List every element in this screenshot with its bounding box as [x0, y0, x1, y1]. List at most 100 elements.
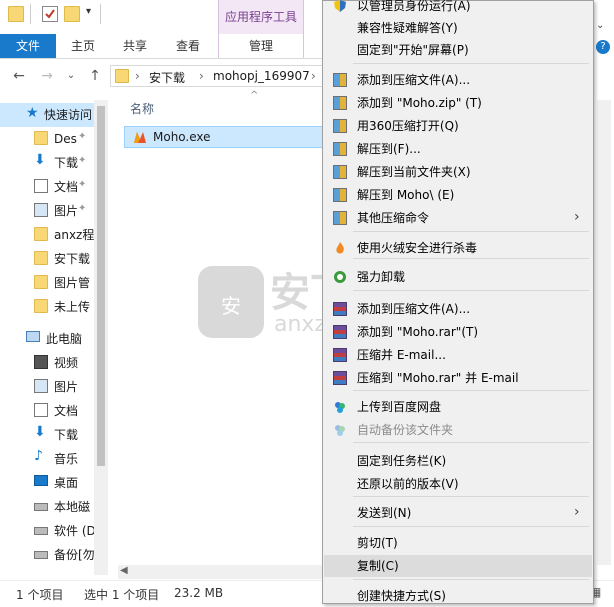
- menu-item[interactable]: 兼容性疑难解答(Y): [324, 17, 592, 39]
- menu-item[interactable]: 复制(C): [324, 555, 592, 577]
- expand-ribbon-icon[interactable]: ⌄: [596, 20, 604, 31]
- menu-item-label: 以管理员身份运行(A): [357, 0, 471, 13]
- menu-item[interactable]: 上传到百度网盘: [324, 396, 592, 418]
- nav-item-music[interactable]: ♪ 音乐: [0, 447, 96, 471]
- watermark-shield-icon: 安: [198, 266, 264, 338]
- menu-item[interactable]: 其他压缩命令 ›: [324, 207, 592, 229]
- nav-item-drive[interactable]: 软件 (D: [0, 519, 96, 543]
- menu-item-label: 解压到(F)...: [357, 142, 421, 156]
- folder-icon: [34, 227, 48, 241]
- menu-item-label: 压缩并 E-mail...: [357, 348, 446, 362]
- contextual-tab-label: 应用程序工具: [224, 10, 297, 24]
- address-bar[interactable]: › 安下载 › mohopj_169907 ›: [110, 65, 340, 87]
- customize-quick-access-icon[interactable]: ▾: [86, 6, 91, 17]
- scroll-left-icon[interactable]: ◀: [120, 565, 128, 576]
- nav-item-videos[interactable]: 视频: [0, 351, 96, 375]
- pin-icon: ✦: [78, 203, 87, 214]
- nav-item-pictures[interactable]: 图片: [0, 375, 96, 399]
- menu-item[interactable]: 压缩并 E-mail...: [324, 344, 592, 366]
- nav-item-label: 音乐: [54, 452, 79, 466]
- menu-item[interactable]: 解压到(F)...: [324, 138, 592, 160]
- nav-item-downloads[interactable]: ⬇ 下载 ✦: [0, 151, 96, 175]
- tab-view[interactable]: 查看: [165, 34, 211, 58]
- menu-item[interactable]: 使用火绒安全进行杀毒: [324, 237, 592, 259]
- menu-separator: [353, 526, 589, 527]
- nav-item-pictures[interactable]: 图片 ✦: [0, 199, 96, 223]
- folder-icon[interactable]: [8, 6, 24, 22]
- nav-item-label: 软件 (D: [54, 524, 96, 538]
- menu-item[interactable]: 压缩到 "Moho.rar" 并 E-mail: [324, 367, 592, 389]
- tab-home[interactable]: 主页: [60, 34, 106, 58]
- recent-locations-icon[interactable]: ⌄: [62, 67, 80, 85]
- menu-item[interactable]: 用360压缩打开(Q): [324, 115, 592, 137]
- menu-item[interactable]: 固定到任务栏(K): [324, 450, 592, 472]
- column-header-name[interactable]: 名称: [130, 100, 154, 117]
- new-folder-icon[interactable]: [64, 6, 80, 22]
- menu-item[interactable]: 固定到"开始"屏幕(P): [324, 39, 592, 61]
- breadcrumb-item[interactable]: mohopj_169907: [213, 69, 310, 83]
- nav-item-drive[interactable]: 本地磁: [0, 495, 96, 519]
- menu-item[interactable]: 添加到 "Moho.rar"(T): [324, 321, 592, 343]
- menu-separator: [353, 63, 589, 64]
- menu-item-label: 复制(C): [357, 559, 399, 573]
- back-icon[interactable]: ←: [10, 67, 28, 85]
- nav-item-documents[interactable]: 文档: [0, 399, 96, 423]
- menu-separator: [353, 442, 589, 443]
- menu-item[interactable]: 发送到(N) ›: [324, 502, 592, 524]
- menu-item[interactable]: 还原以前的版本(V): [324, 473, 592, 495]
- nav-item-drive[interactable]: 备份[勿: [0, 543, 96, 567]
- horizontal-scrollbar[interactable]: ◀: [118, 565, 322, 579]
- menu-item[interactable]: 添加到压缩文件(A)...: [324, 298, 592, 320]
- menu-item-label: 固定到任务栏(K): [357, 454, 447, 468]
- nav-item-downloads[interactable]: ⬇ 下载: [0, 423, 96, 447]
- navigation-pane: ★ 快速访问 Des ✦ ⬇ 下载 ✦ 文档 ✦ 图片 ✦ anxz程 安下载 …: [0, 93, 96, 579]
- tab-file[interactable]: 文件: [0, 34, 56, 58]
- menu-item[interactable]: 添加到压缩文件(A)...: [324, 69, 592, 91]
- file-item[interactable]: Moho.exe: [124, 126, 324, 148]
- forward-icon[interactable]: →: [38, 67, 56, 85]
- submenu-arrow-icon: ›: [574, 209, 580, 225]
- status-selected: 选中 1 个项目: [84, 588, 160, 602]
- menu-item[interactable]: 自动备份该文件夹: [324, 419, 592, 441]
- menu-item-label: 自动备份该文件夹: [357, 423, 454, 437]
- nav-item-folder[interactable]: 图片管: [0, 271, 96, 295]
- menu-item[interactable]: 解压到当前文件夹(X): [324, 161, 592, 183]
- tab-manage[interactable]: 管理: [218, 34, 304, 58]
- menu-item[interactable]: 解压到 Moho\ (E): [324, 184, 592, 206]
- nav-item-this-pc[interactable]: 此电脑: [0, 327, 96, 351]
- drive-icon: [34, 551, 48, 559]
- document-icon: [34, 403, 48, 417]
- menu-item-label: 创建快捷方式(S): [357, 589, 446, 603]
- nav-item-label: 快速访问: [44, 108, 93, 122]
- menu-item-label: 压缩到 "Moho.rar" 并 E-mail: [357, 371, 519, 385]
- baidu-icon: [333, 400, 347, 414]
- properties-icon[interactable]: [42, 6, 58, 22]
- folder-icon: [34, 131, 48, 145]
- menu-item[interactable]: 添加到 "Moho.zip" (T): [324, 92, 592, 114]
- content-scrollbar[interactable]: [597, 100, 611, 565]
- up-icon[interactable]: ↑: [86, 67, 104, 85]
- nav-item-folder[interactable]: 未上传: [0, 295, 96, 319]
- tab-share[interactable]: 共享: [112, 34, 158, 58]
- menu-item[interactable]: 强力卸载: [324, 266, 592, 288]
- nav-item-documents[interactable]: 文档 ✦: [0, 175, 96, 199]
- menu-item[interactable]: 以管理员身份运行(A): [324, 0, 592, 17]
- video-icon: [34, 355, 48, 369]
- breadcrumb-item[interactable]: 安下载: [149, 69, 185, 86]
- download-icon: ⬇: [34, 424, 46, 440]
- winzip-icon: [333, 96, 347, 110]
- download-icon: ⬇: [34, 152, 46, 168]
- scrollbar-thumb[interactable]: [97, 106, 105, 466]
- nav-item-quick-access[interactable]: ★ 快速访问: [0, 103, 96, 127]
- winzip-icon: [333, 119, 347, 133]
- nav-item-folder[interactable]: anxz程: [0, 223, 96, 247]
- navigation-scrollbar[interactable]: [94, 100, 108, 575]
- menu-item[interactable]: 剪切(T): [324, 532, 592, 554]
- nav-item-label: 图片管: [54, 276, 91, 290]
- nav-item-desktop[interactable]: Des ✦: [0, 127, 96, 151]
- nav-item-desktop[interactable]: 桌面: [0, 471, 96, 495]
- menu-item-label: 其他压缩命令: [357, 211, 430, 225]
- menu-item-label: 添加到压缩文件(A)...: [357, 302, 471, 316]
- nav-item-folder[interactable]: 安下载: [0, 247, 96, 271]
- help-icon[interactable]: ?: [596, 40, 610, 54]
